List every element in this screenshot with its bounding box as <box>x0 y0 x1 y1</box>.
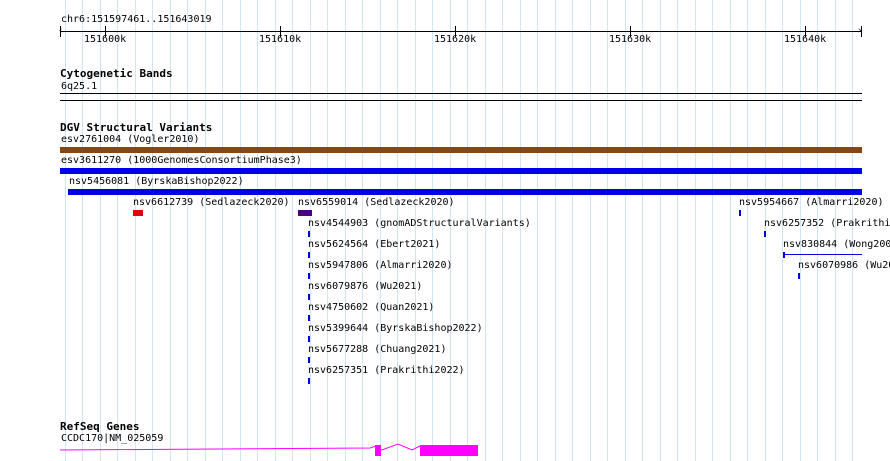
dgv-feature-label[interactable]: nsv4544903 (gnomADStructuralVariants) <box>308 218 531 230</box>
dgv-feature-label[interactable]: nsv6257351 (Prakrithi2022) <box>308 365 465 377</box>
dgv-feature-bar[interactable] <box>308 378 310 384</box>
dgv-feature-label[interactable]: esv2761004 (Vogler2010) <box>61 134 199 146</box>
dgv-feature-bar[interactable] <box>798 273 800 279</box>
grid-line <box>345 0 346 461</box>
dgv-feature-label[interactable]: nsv830844 (Wong200 <box>783 239 890 251</box>
refseq-gene-model[interactable] <box>0 440 890 461</box>
track-title-dgv[interactable]: DGV Structural Variants <box>60 121 212 134</box>
grid-line <box>730 0 731 461</box>
grid-line <box>800 0 801 461</box>
cytoband-label[interactable]: 6q25.1 <box>61 81 97 93</box>
grid-line <box>362 0 363 461</box>
refseq-intron-line <box>59 443 421 451</box>
dgv-feature-label[interactable]: nsv6612739 (Sedlazeck2020) <box>133 197 290 209</box>
grid-line <box>572 0 573 461</box>
track-separator <box>60 100 862 101</box>
grid-line <box>677 0 678 461</box>
grid-line <box>712 0 713 461</box>
dgv-feature-label[interactable]: nsv6559014 (Sedlazeck2020) <box>298 197 455 209</box>
dgv-feature-bar[interactable] <box>308 357 310 363</box>
ruler-tick-label: 151640k <box>784 34 827 45</box>
refseq-exon <box>375 445 381 456</box>
ruler-location: chr6:151597461..151643019 <box>61 14 212 25</box>
dgv-feature-bar[interactable] <box>783 252 785 258</box>
grid-line <box>222 0 223 461</box>
refseq-exon <box>420 445 478 456</box>
grid-line <box>275 0 276 461</box>
ruler-tick-label: 151630k <box>609 34 652 45</box>
dgv-feature-label[interactable]: nsv6079876 (Wu2021) <box>308 281 422 293</box>
dgv-feature-bar[interactable] <box>308 252 310 258</box>
dgv-feature-label[interactable]: nsv4750602 (Quan2021) <box>308 302 434 314</box>
dgv-feature-label[interactable]: nsv5947806 (Almarri2020) <box>308 260 453 272</box>
grid-line <box>310 0 311 461</box>
dgv-feature-bar[interactable] <box>60 168 862 174</box>
grid-line <box>660 0 661 461</box>
dgv-feature-bar[interactable] <box>739 210 741 216</box>
grid-line <box>467 0 468 461</box>
grid-line <box>625 0 626 461</box>
grid-line <box>695 0 696 461</box>
cytoband-band[interactable] <box>60 93 862 94</box>
track-title-refseq[interactable]: RefSeq Genes <box>60 420 139 433</box>
dgv-feature-label[interactable]: nsv5456081 (ByrskaBishop2022) <box>69 176 244 188</box>
grid-line <box>292 0 293 461</box>
dgv-feature-label[interactable]: nsv5624564 (Ebert2021) <box>308 239 440 251</box>
ruler-tick-label: 151620k <box>434 34 477 45</box>
grid-line <box>852 0 853 461</box>
dgv-feature-bar[interactable] <box>308 315 310 321</box>
grid-line <box>432 0 433 461</box>
dgv-feature-bar[interactable] <box>308 273 310 279</box>
grid-line <box>187 0 188 461</box>
grid-line <box>835 0 836 461</box>
ruler-tick-label: 151610k <box>259 34 302 45</box>
dgv-feature-bar[interactable] <box>133 210 143 216</box>
ruler-end-tick <box>861 26 862 37</box>
track-title-cytoband[interactable]: Cytogenetic Bands <box>60 67 173 80</box>
dgv-feature-label[interactable]: esv3611270 (1000GenomesConsortiumPhase3) <box>61 155 302 167</box>
ruler-axis <box>60 31 862 32</box>
dgv-feature-bar[interactable] <box>308 336 310 342</box>
dgv-feature-label[interactable]: nsv6070986 (Wu20 <box>798 260 890 272</box>
dgv-feature-span[interactable] <box>784 254 862 255</box>
genome-browser-view: chr6:151597461..151643019 ‹ › 151600k 15… <box>0 0 890 461</box>
grid-line <box>240 0 241 461</box>
dgv-feature-bar[interactable] <box>298 210 312 216</box>
dgv-feature-bar[interactable] <box>308 294 310 300</box>
grid-line <box>450 0 451 461</box>
dgv-feature-bar[interactable] <box>764 231 766 237</box>
dgv-feature-bar[interactable] <box>308 231 310 237</box>
grid-line <box>782 0 783 461</box>
dgv-feature-label[interactable]: nsv5399644 (ByrskaBishop2022) <box>308 323 483 335</box>
ruler-end-tick <box>60 26 61 37</box>
dgv-feature-bar[interactable] <box>60 147 862 153</box>
grid-line <box>397 0 398 461</box>
dgv-feature-label[interactable]: nsv5954667 (Almarri2020) <box>739 197 884 209</box>
grid-line <box>502 0 503 461</box>
dgv-feature-bar[interactable] <box>68 189 862 195</box>
grid-line <box>607 0 608 461</box>
grid-line <box>485 0 486 461</box>
grid-line <box>415 0 416 461</box>
grid-line <box>520 0 521 461</box>
grid-line <box>817 0 818 461</box>
grid-line <box>642 0 643 461</box>
grid-line <box>380 0 381 461</box>
grid-line <box>205 0 206 461</box>
grid-line <box>537 0 538 461</box>
grid-line <box>747 0 748 461</box>
dgv-feature-label[interactable]: nsv5677288 (Chuang2021) <box>308 344 446 356</box>
ruler-tick-label: 151600k <box>84 34 127 45</box>
dgv-feature-label[interactable]: nsv6257352 (Prakrithi <box>764 218 890 230</box>
grid-line <box>555 0 556 461</box>
grid-line <box>327 0 328 461</box>
grid-line <box>257 0 258 461</box>
grid-line <box>590 0 591 461</box>
